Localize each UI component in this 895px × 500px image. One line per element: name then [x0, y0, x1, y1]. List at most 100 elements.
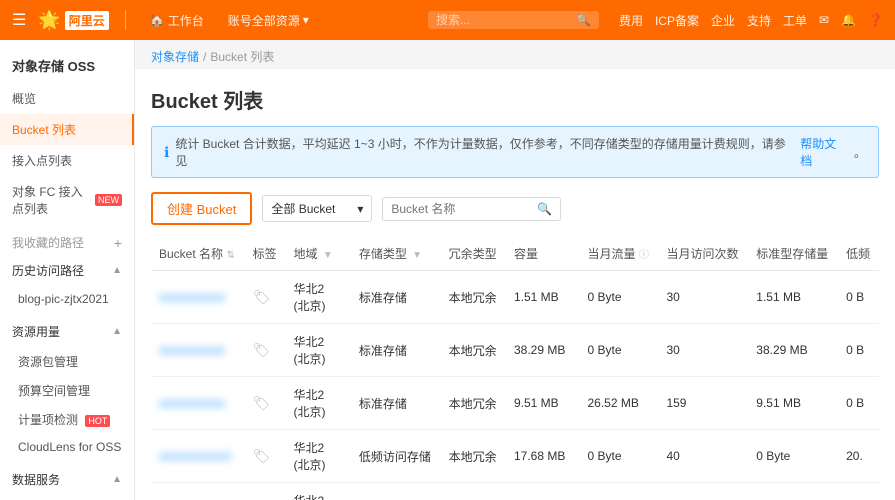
add-path-icon[interactable]: +: [114, 235, 122, 251]
cell-monthly-access-3: 40: [658, 430, 748, 483]
sidebar-history-item[interactable]: blog-pic-zjtx2021: [0, 286, 134, 312]
col-header-capacity: 容量: [506, 237, 580, 271]
bucket-name-link-2[interactable]: xxxxxxxxxxx: [159, 396, 225, 410]
sort-icon-name[interactable]: ⇅: [226, 250, 234, 261]
cell-name-1: xxxxxxxxxxx: [151, 324, 245, 377]
cell-capacity-0: 1.51 MB: [506, 271, 580, 324]
logo-text: 阿里云: [65, 11, 109, 30]
cell-region-4: 华北2 (北京): [285, 483, 350, 500]
top-navigation: ☰ 🌟 阿里云 🏠 工作台 账号全部资源 ▾ 🔍 费用 ICP备案 企业 支持 …: [0, 0, 895, 40]
filter-icon-storage[interactable]: ▼: [412, 250, 422, 261]
nav-icp[interactable]: ICP备案: [655, 12, 699, 29]
cell-low-freq-0: 0 B: [838, 271, 879, 324]
sidebar-resource-package[interactable]: 资源包管理: [0, 347, 134, 376]
global-search[interactable]: 🔍: [428, 11, 599, 29]
cell-redundancy-2: 本地冗余: [441, 377, 506, 430]
cell-standard-storage-2: 9.51 MB: [748, 377, 838, 430]
cell-standard-storage-0: 1.51 MB: [748, 271, 838, 324]
sidebar-section-data-services[interactable]: 数据服务 ▲: [0, 464, 134, 495]
cell-monthly-flow-4: 0 Byte: [580, 483, 659, 500]
hot-badge: HOT: [85, 415, 110, 427]
cell-name-0: xxxxxxxxxxx: [151, 271, 245, 324]
cell-monthly-access-1: 30: [658, 324, 748, 377]
sidebar-item-overview[interactable]: 概览: [0, 83, 134, 114]
table-row: xxxxxxxxxxx1 🏷 华北2 (北京) 低频访问存储 本地冗余 17.6…: [151, 430, 879, 483]
cell-storage-type-0: 标准存储: [351, 271, 441, 324]
nav-resources[interactable]: 账号全部资源 ▾: [220, 8, 317, 33]
bucket-name-link-3[interactable]: xxxxxxxxxxx1: [159, 449, 232, 463]
table-row: xxxxxxxxxxx 🏷 华北2 (北京) 标准存储 本地冗余 1.51 MB…: [151, 271, 879, 324]
breadcrumb-oss[interactable]: 对象存储: [151, 48, 199, 65]
table-row: xxxxxxxxxxx 🏷 华北2 (北京) 标准存储 本地冗余 38.29 M…: [151, 324, 879, 377]
search-input[interactable]: [436, 13, 576, 27]
cell-monthly-flow-2: 26.52 MB: [580, 377, 659, 430]
cell-region-0: 华北2 (北京): [285, 271, 350, 324]
tag-icon-0[interactable]: 🏷: [253, 289, 271, 305]
col-header-monthly-access: 当月访问次数: [658, 237, 748, 271]
cell-low-freq-2: 0 B: [838, 377, 879, 430]
bucket-name-link-0[interactable]: xxxxxxxxxxx: [159, 290, 225, 304]
col-header-standard-storage: 标准型存储量: [748, 237, 838, 271]
nav-workbench[interactable]: 🏠 工作台: [142, 8, 212, 33]
cell-redundancy-4: 本地冗余: [441, 483, 506, 500]
cell-redundancy-1: 本地冗余: [441, 324, 506, 377]
sidebar-item-fc-access-point[interactable]: 对象 FC 接入点列表 NEW: [0, 176, 134, 224]
cell-monthly-access-4: 30: [658, 483, 748, 500]
sidebar: 对象存储 OSS 概览 Bucket 列表 接入点列表 对象 FC 接入点列表 …: [0, 40, 135, 500]
logo: 🌟 阿里云: [38, 10, 108, 31]
breadcrumb-current: Bucket 列表: [210, 48, 274, 65]
sidebar-data-copy[interactable]: 数据复制: [0, 495, 134, 500]
nav-question-icon[interactable]: ❓: [868, 13, 883, 27]
tag-icon-1[interactable]: 🏷: [253, 342, 271, 358]
content-area: 对象存储 / Bucket 列表 Bucket 列表 ℹ 统计 Bucket 合…: [135, 40, 895, 500]
cell-capacity-3: 17.68 MB: [506, 430, 580, 483]
cell-name-3: xxxxxxxxxxx1: [151, 430, 245, 483]
cell-tag-3: 🏷: [245, 430, 286, 483]
sidebar-title: 对象存储 OSS: [0, 48, 134, 83]
cell-capacity-2: 9.51 MB: [506, 377, 580, 430]
cell-tag-4: 🏷: [245, 483, 286, 500]
sidebar-cloudlens[interactable]: CloudLens for OSS: [0, 434, 134, 460]
cell-region-3: 华北2 (北京): [285, 430, 350, 483]
bucket-name-link-1[interactable]: xxxxxxxxxxx: [159, 343, 225, 357]
bucket-filter-select[interactable]: 全部 Bucket ▾: [262, 195, 372, 222]
cell-redundancy-3: 本地冗余: [441, 430, 506, 483]
cell-name-2: xxxxxxxxxxx: [151, 377, 245, 430]
sidebar-metering-detect[interactable]: 计量项检测 HOT: [0, 405, 134, 434]
nav-divider: [125, 10, 126, 30]
tag-icon-3[interactable]: 🏷: [253, 448, 271, 464]
bucket-search-input[interactable]: [391, 202, 531, 216]
create-bucket-button[interactable]: 创建 Bucket: [151, 192, 252, 225]
cell-standard-storage-3: 0 Byte: [748, 430, 838, 483]
col-header-storage-type: 存储类型 ▼: [351, 237, 441, 271]
sidebar-section-history[interactable]: 历史访问路径 ▲: [0, 255, 134, 286]
nav-bell-icon[interactable]: 🔔: [841, 13, 856, 27]
col-header-redundancy: 冗余类型: [441, 237, 506, 271]
nav-workorder[interactable]: 工单: [783, 12, 807, 29]
table-row: xxxxxxxxxxx 🏷 华北2 (北京) 标准存储 本地冗余 1.41 MB…: [151, 483, 879, 500]
collapse-arrow-data-icon: ▲: [112, 474, 122, 485]
cell-low-freq-4: 0 B: [838, 483, 879, 500]
bucket-search-box[interactable]: 🔍: [382, 197, 561, 221]
sidebar-item-bucket-list[interactable]: Bucket 列表: [0, 114, 134, 145]
cell-region-1: 华北2 (北京): [285, 324, 350, 377]
sidebar-budget-space[interactable]: 预算空间管理: [0, 376, 134, 405]
cell-standard-storage-4: 1.41 MB: [748, 483, 838, 500]
nav-mail-icon[interactable]: ✉: [819, 13, 829, 27]
col-header-monthly-flow: 当月流量 ⓘ: [580, 237, 659, 271]
search-icon: 🔍: [576, 13, 591, 27]
home-icon: 🏠: [150, 13, 165, 27]
notice-link[interactable]: 帮助文档: [800, 135, 848, 169]
bucket-table: Bucket 名称 ⇅ 标签 地域 ▼ 存储类型 ▼ 冗余类型: [151, 237, 879, 500]
sidebar-section-resource[interactable]: 资源用量 ▲: [0, 316, 134, 347]
sidebar-data-services-group: 数据服务 ▲ 数据复制 数据导入: [0, 464, 134, 500]
nav-enterprise[interactable]: 企业: [711, 12, 735, 29]
tag-icon-2[interactable]: 🏷: [253, 395, 271, 411]
search-icon[interactable]: 🔍: [537, 202, 552, 216]
filter-icon-region[interactable]: ▼: [323, 250, 333, 261]
sidebar-item-access-point[interactable]: 接入点列表: [0, 145, 134, 176]
menu-icon[interactable]: ☰: [12, 10, 26, 30]
nav-support[interactable]: 支持: [747, 12, 771, 29]
nav-fees[interactable]: 费用: [619, 12, 643, 29]
cell-tag-2: 🏷: [245, 377, 286, 430]
